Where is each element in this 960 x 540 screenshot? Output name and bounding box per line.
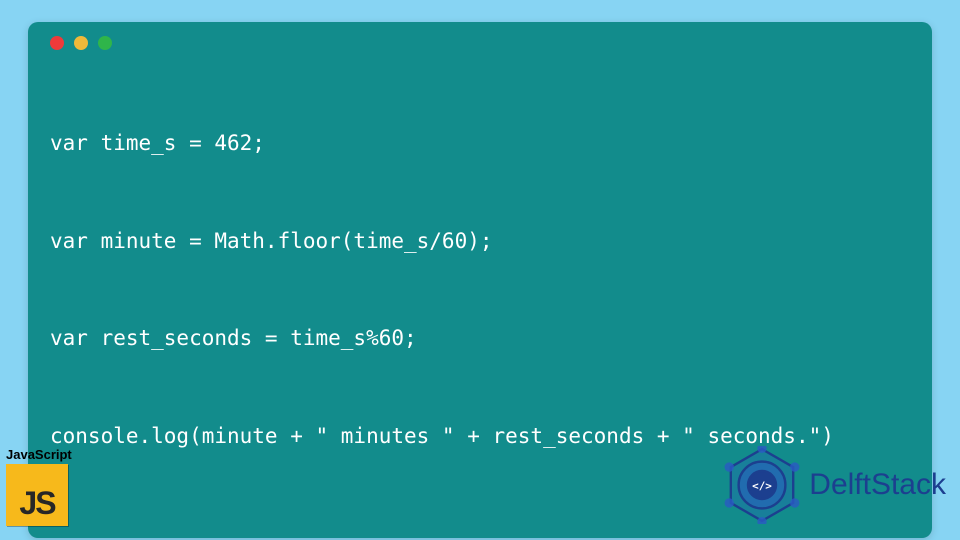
delftstack-logo-icon: </> [723,446,801,524]
delftstack-name: DelftStack [809,468,946,502]
code-line: var time_s = 462; [50,127,910,160]
code-line: var minute = Math.floor(time_s/60); [50,225,910,258]
code-line: var rest_seconds = time_s%60; [50,322,910,355]
window-traffic-lights [50,36,910,50]
javascript-logo-icon: JS [6,464,68,526]
maximize-icon [98,36,112,50]
delftstack-brand: </> DelftStack [723,446,946,524]
javascript-label: JavaScript [6,447,72,462]
minimize-icon [74,36,88,50]
svg-text:</>: </> [752,480,772,493]
javascript-badge: JavaScript JS [6,447,72,526]
close-icon [50,36,64,50]
